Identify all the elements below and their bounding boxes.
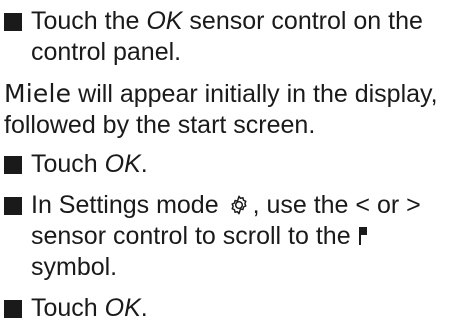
- step-text-pre: Touch: [31, 150, 105, 178]
- step-text-pre: Touch: [31, 294, 105, 322]
- step-text-post: .: [140, 294, 148, 322]
- step-touch-ok-final: Touch OK.: [4, 293, 456, 324]
- bullet-square-icon: [4, 156, 22, 174]
- step-text: Touch the OK sensor control on the contr…: [31, 6, 456, 68]
- step-text-pre: Touch the: [31, 7, 147, 35]
- ok-label: OK: [104, 294, 141, 322]
- step-text: Touch OK.: [31, 149, 456, 180]
- instruction-section: Touch the OK sensor control on the contr…: [0, 0, 456, 322]
- step-text-post: .: [140, 150, 148, 178]
- step-text-part3: symbol.: [31, 253, 118, 281]
- step-settings-scroll: In Settings mode , use the < or > sensor…: [4, 190, 456, 283]
- gear-icon: [231, 195, 247, 215]
- display-note: Miele will appear initially in the displ…: [4, 78, 456, 141]
- ok-label: OK: [146, 7, 183, 35]
- step-touch-ok-sensor: Touch the OK sensor control on the contr…: [4, 6, 456, 68]
- ok-label: OK: [104, 150, 141, 178]
- bullet-square-icon: [4, 300, 22, 318]
- step-text: In Settings mode , use the < or > sensor…: [31, 190, 456, 283]
- step-text-part1: In Settings mode: [31, 191, 226, 219]
- step-text: Touch OK.: [31, 293, 456, 324]
- brand-name: Miele: [4, 79, 72, 108]
- lock-symbol-icon: [358, 227, 367, 245]
- bullet-square-icon: [4, 197, 22, 215]
- bullet-square-icon: [4, 13, 22, 31]
- step-touch-ok: Touch OK.: [4, 149, 456, 180]
